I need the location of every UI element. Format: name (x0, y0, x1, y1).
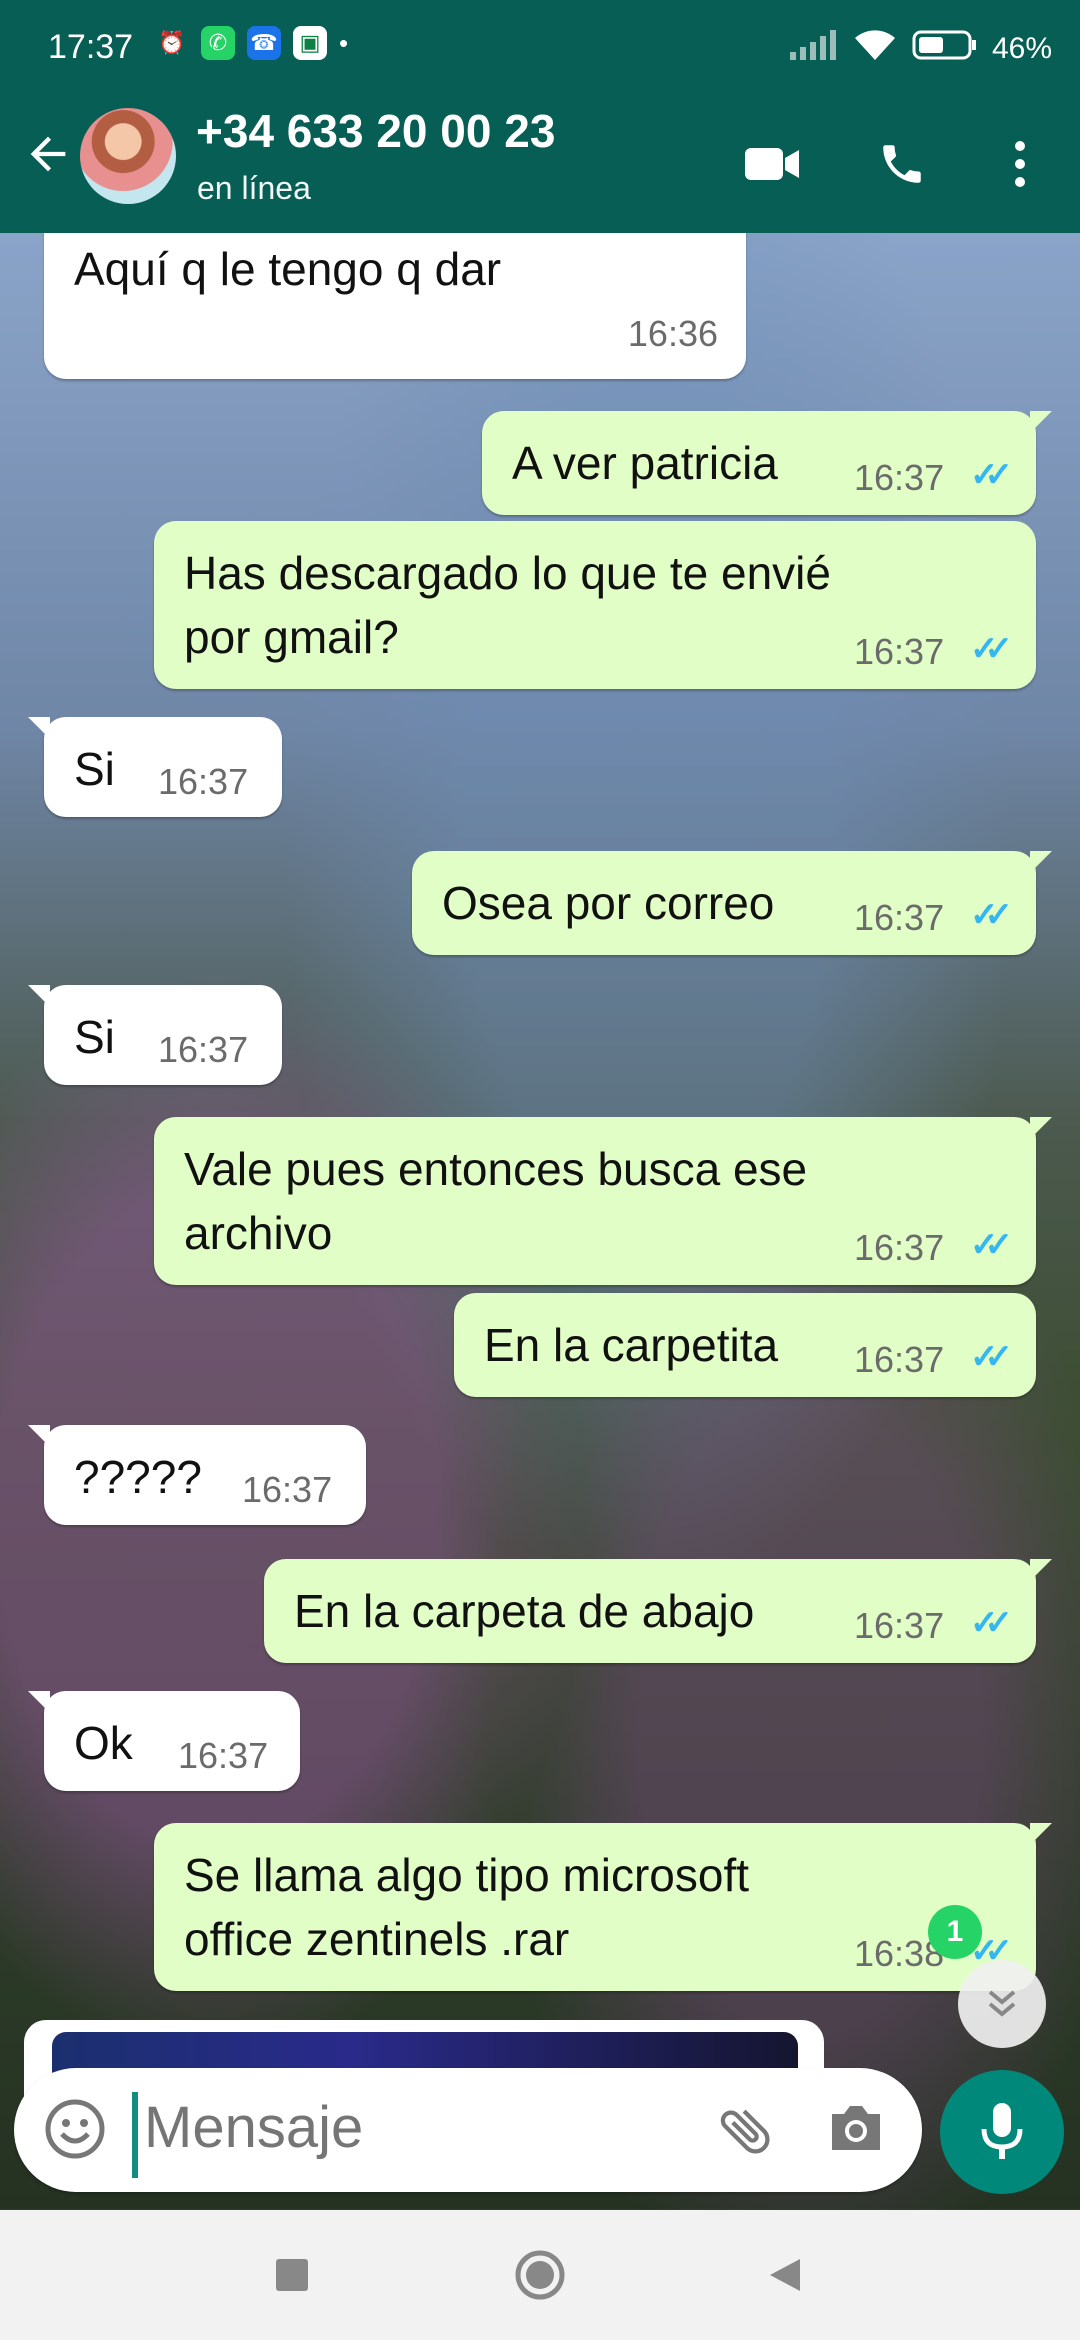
system-navigation-bar (0, 2210, 1080, 2340)
message-bubble-incoming[interactable]: Aquí q le tengo q dar 16:36 (44, 233, 746, 379)
read-ticks-icon: ✓✓ (970, 630, 1013, 668)
read-ticks-icon: ✓✓ (970, 1226, 1013, 1264)
alarm-icon: ⏰ (158, 30, 186, 55)
message-time: 16:37 (158, 1029, 249, 1070)
home-button[interactable] (480, 2210, 600, 2340)
microphone-icon (981, 2103, 1023, 2159)
message-text: Aquí q le tengo q dar (74, 243, 502, 295)
contact-status: en línea (197, 170, 311, 206)
scroll-to-bottom-button[interactable] (958, 1960, 1046, 2048)
more-notifications-dot-icon: • (339, 27, 349, 58)
message-bubble-incoming[interactable]: Si 16:37 (28, 717, 282, 817)
message-time: 16:37 (854, 897, 945, 938)
contact-name[interactable]: +34 633 20 00 23 (196, 104, 555, 158)
message-time: 16:37 (854, 631, 945, 672)
message-time: 16:37 (854, 457, 945, 498)
message-bubble-outgoing[interactable]: Osea por correo 16:37 ✓✓ (412, 851, 1052, 955)
emoji-icon[interactable] (44, 2098, 106, 2160)
message-bubble-outgoing[interactable]: Has descargado lo que te envié por gmail… (154, 521, 1036, 689)
message-time: 16:37 (854, 1339, 945, 1380)
contact-avatar[interactable] (80, 108, 176, 204)
message-bubble-incoming[interactable]: ????? 16:37 (28, 1425, 366, 1525)
classroom-notification-icon: ▣ (293, 26, 327, 60)
message-bubble-outgoing[interactable]: Vale pues entonces busca ese archivo 16:… (154, 1117, 1052, 1285)
battery-percent: 46% (991, 32, 1052, 65)
status-system-icons: 46% (788, 28, 1052, 70)
message-text-line: Se llama algo tipo microsoft (184, 1849, 750, 1901)
message-text: En la carpeta de abajo (294, 1585, 755, 1637)
app-header: 17:37 ⏰ ✆ ☎ ▣ • 46% +34 633 20 00 23 en … (0, 0, 1080, 233)
double-chevron-down-icon (988, 1990, 1016, 2017)
microphone-button[interactable] (940, 2070, 1064, 2194)
message-bubble-outgoing[interactable]: A ver patricia 16:37 ✓✓ (482, 411, 1052, 515)
whatsapp-notification-icon: ✆ (201, 26, 235, 60)
chat-area[interactable]: Aquí q le tengo q dar 16:36 A ver patric… (0, 233, 1080, 2209)
message-text: Si (74, 743, 115, 795)
more-vert-icon[interactable] (988, 132, 1052, 196)
message-time: 16:37 (854, 1605, 945, 1646)
message-text-line: office zentinels .rar (184, 1913, 570, 1965)
read-ticks-icon: ✓✓ (970, 1604, 1013, 1642)
phone-notification-icon: ☎ (247, 26, 281, 60)
status-notification-icons: ⏰ ✆ ☎ ▣ • (155, 26, 348, 60)
text-cursor (132, 2092, 138, 2178)
message-text: Ok (74, 1717, 133, 1769)
message-bubble-outgoing[interactable]: Se llama algo tipo microsoft office zent… (154, 1823, 1052, 1991)
message-composer (14, 2068, 922, 2192)
message-time: 16:37 (158, 761, 249, 802)
message-time: 16:37 (178, 1735, 269, 1776)
message-text-line: por gmail? (184, 611, 399, 663)
paperclip-icon[interactable] (714, 2098, 778, 2167)
message-text: Osea por correo (442, 877, 775, 929)
battery-icon (912, 29, 978, 69)
message-bubble-incoming[interactable]: Ok 16:37 (28, 1691, 300, 1791)
back-arrow-icon[interactable] (22, 128, 74, 190)
unread-count-badge: 1 (928, 1905, 982, 1959)
message-bubble-incoming[interactable]: Si 16:37 (28, 985, 282, 1085)
message-time: 16:36 (627, 313, 718, 354)
recents-button[interactable] (232, 2210, 352, 2340)
message-time: 16:37 (242, 1469, 333, 1510)
camera-icon[interactable] (826, 2100, 886, 2161)
read-ticks-icon: ✓✓ (970, 1338, 1013, 1376)
message-text-line: Has descargado lo que te envié (184, 547, 831, 599)
status-time: 17:37 (48, 28, 134, 66)
signal-icon (788, 30, 838, 68)
message-text-line: archivo (184, 1207, 333, 1259)
message-text: A ver patricia (512, 437, 778, 489)
video-call-icon[interactable] (740, 132, 804, 196)
message-text-line: Vale pues entonces busca ese (184, 1143, 808, 1195)
read-ticks-icon: ✓✓ (970, 896, 1013, 934)
message-bubble-outgoing[interactable]: En la carpetita 16:37 ✓✓ (454, 1293, 1036, 1397)
message-text: Si (74, 1011, 115, 1063)
wifi-icon (852, 28, 898, 70)
message-text: ????? (74, 1451, 202, 1503)
phone-icon[interactable] (870, 132, 934, 196)
message-text: En la carpetita (484, 1319, 779, 1371)
message-input[interactable] (144, 2094, 664, 2161)
message-time: 16:37 (854, 1227, 945, 1268)
message-bubble-outgoing[interactable]: En la carpeta de abajo 16:37 ✓✓ (264, 1559, 1052, 1663)
read-ticks-icon: ✓✓ (970, 456, 1013, 494)
back-button[interactable] (724, 2210, 844, 2340)
